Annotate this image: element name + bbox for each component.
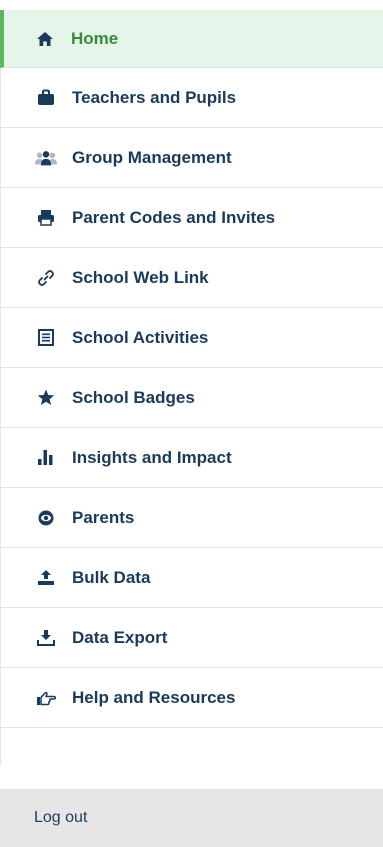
sidebar-footer: Log out xyxy=(0,789,383,847)
sidebar-item-label: School Web Link xyxy=(72,267,209,287)
sidebar-item-label: Teachers and Pupils xyxy=(72,87,237,107)
sidebar-item-home[interactable]: Home xyxy=(0,10,383,68)
sidebar-item-insights-and-impact[interactable]: Insights and Impact xyxy=(1,428,383,488)
sidebar-item-school-web-link[interactable]: School Web Link xyxy=(1,248,383,308)
eye-icon xyxy=(35,508,57,528)
sidebar-item-teachers-and-pupils[interactable]: Teachers and Pupils xyxy=(1,68,383,128)
star-icon xyxy=(35,388,57,408)
sidebar-item-label: Data Export xyxy=(72,627,168,647)
users-icon xyxy=(35,148,57,168)
sidebar-item-label: Parents xyxy=(72,507,135,527)
sidebar-item-label: Help and Resources xyxy=(72,687,236,707)
sidebar-item-label: Home xyxy=(71,28,119,48)
sidebar-item-label: Insights and Impact xyxy=(72,447,232,467)
upload-icon xyxy=(35,568,57,588)
pointing-hand-icon xyxy=(35,688,57,708)
sidebar-item-school-badges[interactable]: School Badges xyxy=(1,368,383,428)
printer-icon xyxy=(35,208,57,228)
sidebar: Home Teachers and Pupils Group Managemen… xyxy=(0,0,383,847)
sidebar-item-help-and-resources[interactable]: Help and Resources xyxy=(1,668,383,728)
sidebar-item-school-activities[interactable]: School Activities xyxy=(1,308,383,368)
sidebar-nav: Home Teachers and Pupils Group Managemen… xyxy=(0,10,383,765)
sidebar-item-label: School Badges xyxy=(72,387,195,407)
logout-link[interactable]: Log out xyxy=(34,809,87,827)
sidebar-item-label: Parent Codes and Invites xyxy=(72,207,276,227)
bar-chart-icon xyxy=(35,448,57,468)
list-icon xyxy=(35,328,57,348)
download-icon xyxy=(35,628,57,648)
sidebar-item-parent-codes-and-invites[interactable]: Parent Codes and Invites xyxy=(1,188,383,248)
briefcase-icon xyxy=(35,88,57,108)
home-icon xyxy=(34,29,56,49)
sidebar-item-label: Bulk Data xyxy=(72,567,151,587)
link-icon xyxy=(35,268,57,288)
sidebar-item-data-export[interactable]: Data Export xyxy=(1,608,383,668)
sidebar-item-parents[interactable]: Parents xyxy=(1,488,383,548)
sidebar-item-label: School Activities xyxy=(72,327,209,347)
sidebar-item-group-management[interactable]: Group Management xyxy=(1,128,383,188)
sidebar-item-bulk-data[interactable]: Bulk Data xyxy=(1,548,383,608)
sidebar-item-label: Group Management xyxy=(72,147,232,167)
